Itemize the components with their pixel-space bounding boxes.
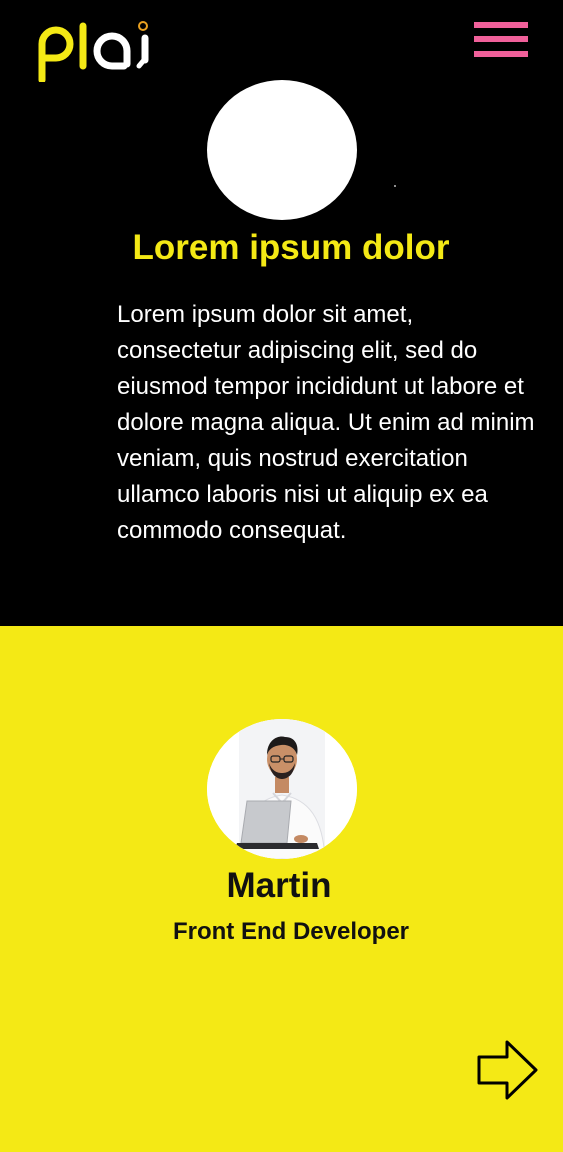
menu-bar [474, 51, 528, 57]
pla-logo[interactable] [36, 20, 152, 82]
hamburger-menu-icon[interactable] [474, 22, 528, 60]
person-photo [207, 719, 357, 859]
hero-title: Lorem ipsum dolor [132, 228, 450, 267]
decorative-dot [394, 185, 396, 187]
hero-image-placeholder [207, 80, 357, 220]
menu-bar [474, 36, 528, 42]
hero-section: Lorem ipsum dolor Lorem ipsum dolor sit … [0, 0, 563, 626]
avatar [207, 719, 357, 859]
menu-bar [474, 22, 528, 28]
profile-role: Front End Developer [172, 918, 410, 945]
arrow-right-icon[interactable] [476, 1038, 540, 1102]
hero-body-text: Lorem ipsum dolor sit amet, consectetur … [117, 301, 535, 544]
profile-name: Martin [226, 866, 332, 905]
